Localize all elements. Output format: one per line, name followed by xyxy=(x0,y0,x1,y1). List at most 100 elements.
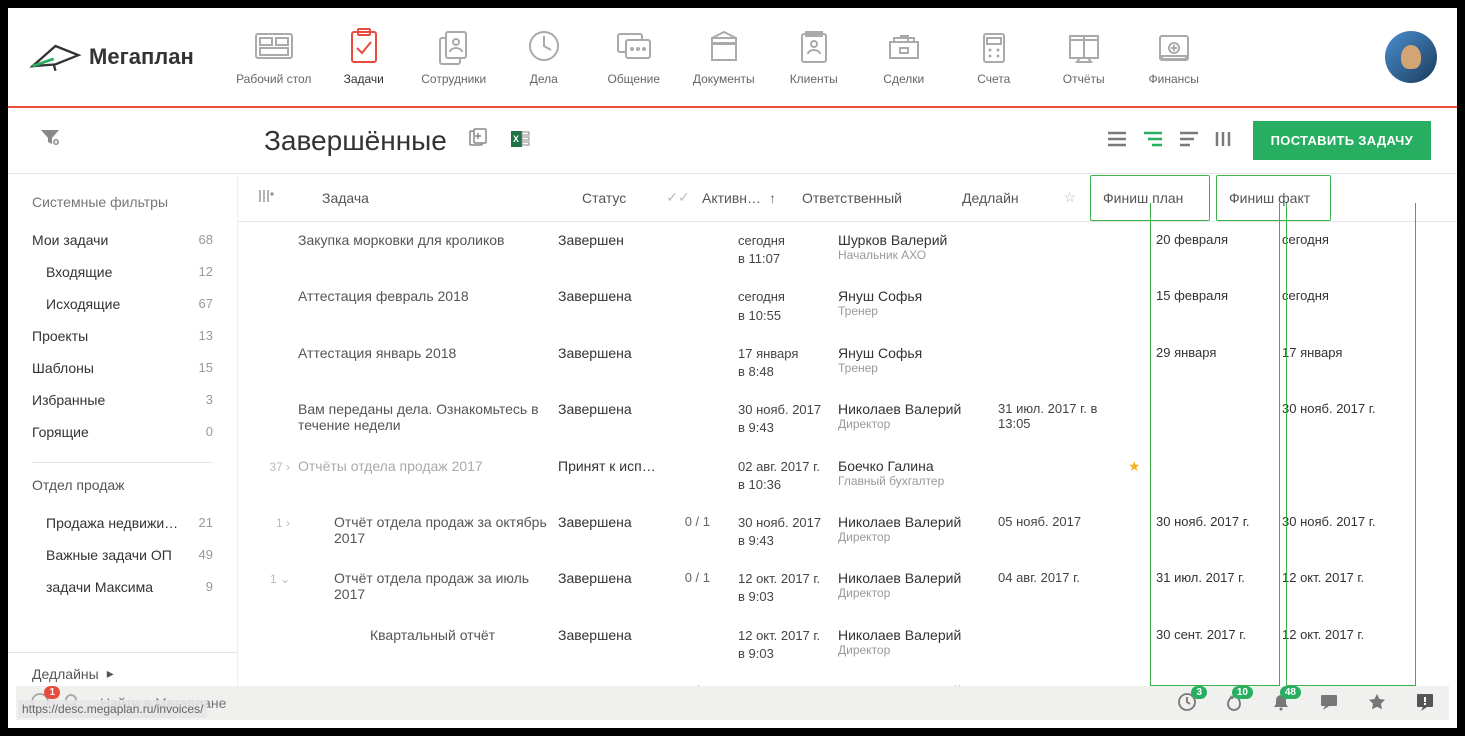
nav-icon xyxy=(1150,28,1198,64)
sidebar-item[interactable]: Горящие0 xyxy=(32,416,213,448)
nav-item-1[interactable]: Задачи xyxy=(324,28,404,86)
sidebar-item[interactable]: Продажа недвижи…21 xyxy=(32,507,213,539)
sidebar-item[interactable]: Мои задачи68 xyxy=(32,224,213,256)
col-task[interactable]: Задача xyxy=(314,190,574,206)
sidebar-item[interactable]: Шаблоны15 xyxy=(32,352,213,384)
table-row[interactable]: 1 ›Отчёт отдела продаж за октябрь 2017За… xyxy=(238,504,1457,560)
cell-finish-fact: сегодня xyxy=(1274,288,1400,324)
col-responsible[interactable]: Ответственный xyxy=(794,190,954,206)
nav-item-5[interactable]: Документы xyxy=(684,28,764,86)
view-list-icon[interactable] xyxy=(1107,131,1127,150)
nav-item-2[interactable]: Сотрудники xyxy=(414,28,494,86)
cell-status: Завершена xyxy=(558,345,678,381)
sidebar-item-count: 49 xyxy=(199,547,213,563)
sidebar-item-label: Важные задачи ОП xyxy=(46,547,172,563)
nav-icon xyxy=(610,28,658,64)
view-hierarchy-icon[interactable] xyxy=(1179,131,1199,150)
table-row[interactable]: Закупка морковки для кроликовЗавершенсег… xyxy=(238,222,1457,278)
col-status[interactable]: Статус✓✓ xyxy=(574,189,694,206)
bell-icon[interactable]: 48 xyxy=(1271,692,1291,715)
sort-asc-icon: ↑ xyxy=(769,190,776,206)
sidebar-item[interactable]: Исходящие 67 xyxy=(32,288,213,320)
col-finish-plan[interactable]: Финиш план xyxy=(1090,175,1210,221)
cell-task: Аттестация февраль 2018 xyxy=(298,288,558,324)
chat-icon[interactable] xyxy=(1319,692,1339,715)
sidebar-item-label: Проекты xyxy=(32,328,88,344)
cell-finish-plan: 31 июл. 2017 г. xyxy=(1148,570,1274,606)
cell-responsible: Шурков ВалерийНачальник АХО xyxy=(838,232,998,268)
sidebar-item-count: 68 xyxy=(199,232,213,248)
cell-star xyxy=(1128,570,1148,606)
cell-activity: 12 окт. 2017 г.в 9:03 xyxy=(738,627,838,663)
sidebar-item-label: Исходящие xyxy=(46,296,120,312)
column-settings-icon[interactable] xyxy=(258,188,274,207)
table-row[interactable]: 1 ⌄Отчёт отдела продаж за июль 2017Завер… xyxy=(238,560,1457,616)
cell-task: Отчёт отдела продаж за июль 2017 xyxy=(298,570,558,606)
cell-responsible: Януш СофьяТренер xyxy=(838,288,998,324)
sidebar-item-count: 21 xyxy=(199,515,213,531)
cell-finish-plan: 15 февраля xyxy=(1148,288,1274,324)
cell-deadline: 05 нояб. 2017 xyxy=(998,514,1128,550)
row-number: 1 › xyxy=(258,514,298,550)
nav-label: Дела xyxy=(504,72,584,86)
cell-counter xyxy=(678,232,738,268)
nav-item-9[interactable]: Отчёты xyxy=(1044,28,1124,86)
cell-counter xyxy=(678,627,738,663)
table-row[interactable]: Квартальный отчётЗавершена 12 окт. 2017 г… xyxy=(238,617,1457,673)
task-table: Задача Статус✓✓ Активн…↑ Ответственный Д… xyxy=(238,174,1457,694)
nav-item-10[interactable]: Финансы xyxy=(1134,28,1214,86)
status-bar-url: https://desc.megaplan.ru/invoices/ xyxy=(18,700,207,718)
cell-star xyxy=(1128,627,1148,663)
cell-finish-plan: 30 сент. 2017 г. xyxy=(1148,627,1274,663)
cell-star: ★ xyxy=(1128,458,1148,494)
nav-label: Счета xyxy=(954,72,1034,86)
sidebar-item[interactable]: Проекты13 xyxy=(32,320,213,352)
cell-activity: 02 авг. 2017 г.в 10:36 xyxy=(738,458,838,494)
fire-icon[interactable]: 10 xyxy=(1225,692,1243,715)
star-icon[interactable] xyxy=(1367,692,1387,715)
sidebar: Системные фильтры Мои задачи68Входящие12… xyxy=(8,174,238,694)
cell-star xyxy=(1128,401,1148,437)
table-row[interactable]: Вам переданы дела. Ознакомьтесь в течени… xyxy=(238,391,1457,447)
sidebar-item[interactable]: Избранные3 xyxy=(32,384,213,416)
row-number xyxy=(258,232,298,268)
svg-text:X: X xyxy=(513,134,519,144)
cell-status: Завершена xyxy=(558,288,678,324)
sidebar-item[interactable]: Входящие12 xyxy=(32,256,213,288)
sidebar-item-label: задачи Максима xyxy=(46,579,153,595)
user-avatar[interactable] xyxy=(1385,31,1437,83)
feedback-icon[interactable] xyxy=(1415,692,1435,715)
cell-status: Завершен xyxy=(558,232,678,268)
sidebar-item[interactable]: Важные задачи ОП 49 xyxy=(32,539,213,571)
copy-icon[interactable] xyxy=(467,128,489,153)
sidebar-item-count: 67 xyxy=(199,296,213,312)
clock-icon[interactable]: 3 xyxy=(1177,692,1197,715)
filter-icon[interactable] xyxy=(40,128,60,149)
nav-item-8[interactable]: Счета xyxy=(954,28,1034,86)
col-activity[interactable]: Активн…↑ xyxy=(694,190,794,206)
cell-task: Квартальный отчёт xyxy=(298,627,558,663)
table-row[interactable]: Аттестация январь 2018Завершена17 января… xyxy=(238,335,1457,391)
col-deadline[interactable]: Дедлайн☆ xyxy=(954,189,1084,206)
view-tree-icon[interactable] xyxy=(1143,131,1163,150)
nav-item-6[interactable]: Клиенты xyxy=(774,28,854,86)
create-task-button[interactable]: ПОСТАВИТЬ ЗАДАЧУ xyxy=(1253,121,1431,160)
col-finish-fact[interactable]: Финиш факт xyxy=(1216,175,1331,221)
excel-export-icon[interactable]: X xyxy=(509,128,531,153)
nav-item-7[interactable]: Сделки xyxy=(864,28,944,86)
nav-item-4[interactable]: Общение xyxy=(594,28,674,86)
cell-activity: 30 нояб. 2017в 9:43 xyxy=(738,514,838,550)
cell-status: Завершена xyxy=(558,627,678,663)
logo[interactable]: Мегаплан xyxy=(28,37,194,77)
view-columns-icon[interactable] xyxy=(1215,131,1233,150)
nav-icon xyxy=(340,28,388,64)
sidebar-item[interactable]: задачи Максима9 xyxy=(32,571,213,603)
table-row[interactable]: 37 ›Отчёты отдела продаж 2017Принят к ис… xyxy=(238,448,1457,504)
table-row[interactable]: Аттестация февраль 2018Завершенасегодняв… xyxy=(238,278,1457,334)
row-number xyxy=(258,288,298,324)
nav-item-0[interactable]: Рабочий стол xyxy=(234,28,314,86)
nav-item-3[interactable]: Дела xyxy=(504,28,584,86)
cell-counter: 0 / 1 xyxy=(678,514,738,550)
cell-deadline xyxy=(998,458,1128,494)
cell-responsible: Боечко ГалинаГлавный бухгалтер xyxy=(838,458,998,494)
